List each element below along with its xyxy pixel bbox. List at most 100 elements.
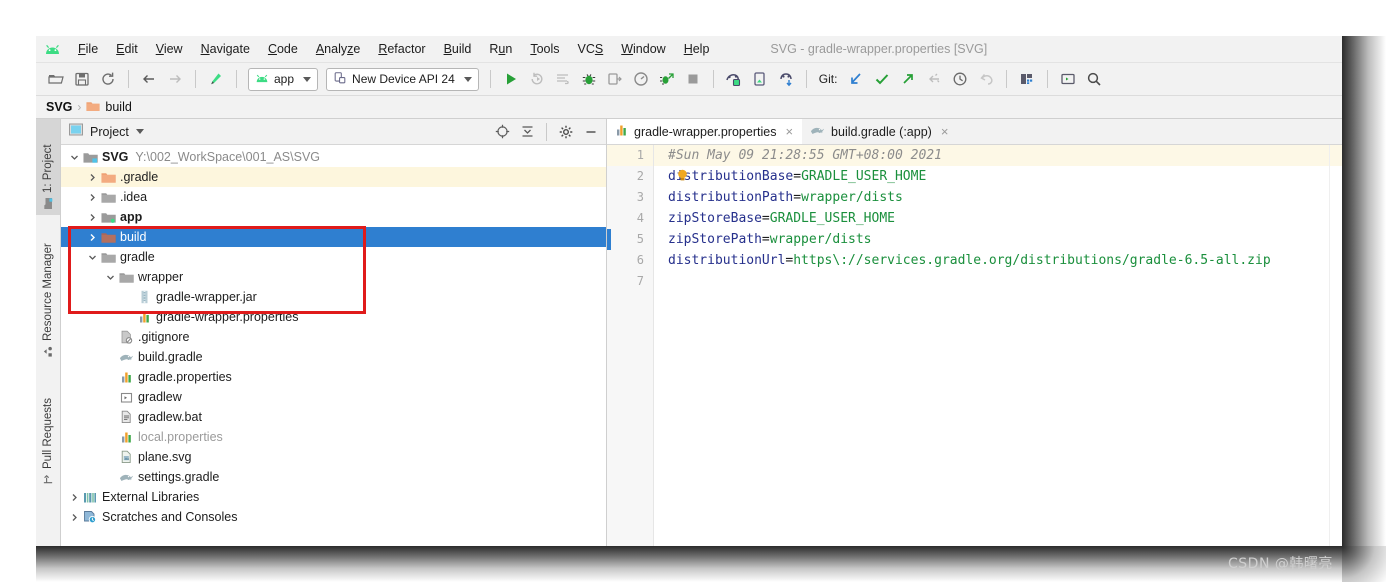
tab-build-gradle-app[interactable]: build.gradle (:app) × — [802, 119, 957, 144]
device-selector[interactable]: New Device API 24 — [326, 67, 479, 91]
tree-row-dot-gradle[interactable]: .gradle — [61, 167, 606, 187]
tree-row-svg[interactable]: SVG Y:\002_WorkSpace\001_AS\SVG — [61, 147, 606, 167]
git-history-icon[interactable] — [948, 67, 972, 91]
sidebar-item-resource-manager[interactable]: Resource Manager — [36, 211, 60, 363]
tab-gradle-wrapper-properties[interactable]: gradle-wrapper.properties × — [607, 119, 803, 144]
navigate-forward-icon[interactable] — [163, 67, 187, 91]
tree-row-app[interactable]: app — [61, 207, 606, 227]
tree-row-wrapper[interactable]: wrapper — [61, 267, 606, 287]
sidebar-item-project[interactable]: 1: Project — [36, 119, 60, 215]
tree-row-gradle-wrapper-properties[interactable]: gradle-wrapper.properties — [61, 307, 606, 327]
stop-icon[interactable] — [681, 67, 705, 91]
chevron-right-icon-app[interactable] — [85, 207, 99, 227]
tree-row-external-libraries[interactable]: External Libraries — [61, 487, 606, 507]
hide-panel-icon[interactable] — [582, 123, 600, 141]
breadcrumb-folder-item[interactable]: build — [86, 100, 132, 115]
menu-analyze[interactable]: Analyze — [307, 40, 369, 58]
chevron-down-icon-wrapper[interactable] — [103, 267, 117, 287]
tree-label-plane-svg: plane.svg — [138, 450, 192, 464]
tree-row-plane-svg[interactable]: plane.svg — [61, 447, 606, 467]
tree-row-build-gradle[interactable]: build.gradle — [61, 347, 606, 367]
device-file-explorer-icon[interactable] — [774, 67, 798, 91]
avd-manager-icon[interactable] — [722, 67, 746, 91]
terminal-icon[interactable] — [1056, 67, 1080, 91]
collapse-all-icon[interactable] — [518, 123, 536, 141]
close-icon-tab-0[interactable]: × — [785, 125, 793, 138]
save-all-icon[interactable] — [70, 67, 94, 91]
menu-refactor[interactable]: Refactor — [369, 40, 434, 58]
tree-indent-plane-svg — [103, 447, 117, 467]
profiler-icon[interactable] — [629, 67, 653, 91]
menu-window[interactable]: Window — [612, 40, 674, 58]
tree-row-gradlew-bat[interactable]: gradlew.bat — [61, 407, 606, 427]
tree-row-settings-gradle[interactable]: settings.gradle — [61, 467, 606, 487]
menu-refactor-rest: efactor — [387, 42, 426, 56]
gradle-file-icon-settings — [117, 467, 135, 487]
menu-build[interactable]: Build — [435, 40, 481, 58]
module-selector[interactable]: app — [248, 67, 319, 91]
menu-run[interactable]: Run — [480, 40, 521, 58]
run-icon[interactable] — [499, 67, 523, 91]
git-commit-icon[interactable] — [870, 67, 894, 91]
git-rollback-icon[interactable] — [974, 67, 998, 91]
navigate-back-icon[interactable] — [137, 67, 161, 91]
git-push-icon[interactable] — [896, 67, 920, 91]
project-icon — [43, 197, 54, 210]
select-opened-file-icon[interactable] — [493, 123, 511, 141]
tree-indent-build-gradle — [103, 347, 117, 367]
menu-edit[interactable]: Edit — [107, 40, 147, 58]
attach-debugger-icon[interactable] — [603, 67, 627, 91]
code-line-3-equals: = — [793, 190, 802, 205]
sidebar-item-pull-requests[interactable]: Pull Requests — [36, 359, 60, 491]
tree-row-gradle-properties[interactable]: gradle.properties — [61, 367, 606, 387]
logcat-icon[interactable] — [551, 67, 575, 91]
breadcrumb-project[interactable]: SVG — [46, 100, 72, 114]
gear-icon[interactable] — [557, 123, 575, 141]
tree-row-gradle-wrapper-jar[interactable]: gradle-wrapper.jar — [61, 287, 606, 307]
chevron-down-icon-project[interactable] — [135, 129, 144, 134]
sdk-manager-icon[interactable] — [748, 67, 772, 91]
tree-row-dot-idea[interactable]: .idea — [61, 187, 606, 207]
project-tree[interactable]: SVG Y:\002_WorkSpace\001_AS\SVG .gradle — [61, 145, 606, 546]
code-line-2-value: GRADLE_USER_HOME — [801, 169, 927, 184]
menu-code[interactable]: Code — [259, 40, 307, 58]
menu-edit-rest: dit — [124, 42, 138, 56]
apply-changes-icon[interactable] — [525, 67, 549, 91]
chevron-down-icon-svg[interactable] — [67, 147, 81, 167]
menu-tools[interactable]: Tools — [521, 40, 568, 58]
close-icon-tab-1[interactable]: × — [941, 125, 949, 138]
editor-marker-strip[interactable] — [1329, 145, 1342, 546]
intention-bulb-icon[interactable] — [677, 169, 688, 182]
menu-vcs[interactable]: VCS — [569, 40, 613, 58]
open-folder-icon[interactable] — [44, 67, 68, 91]
chevron-right-icon-scratches[interactable] — [67, 507, 81, 527]
git-update-project-icon[interactable] — [844, 67, 868, 91]
code-editor[interactable]: 1 2 3 4 5 6 7 #Sun May 09 21:28:55 GMT+0… — [607, 145, 1342, 546]
debug-icon[interactable] — [577, 67, 601, 91]
sync-project-icon[interactable] — [96, 67, 120, 91]
layout-inspector-icon[interactable] — [1015, 67, 1039, 91]
run-with-coverage-icon[interactable] — [655, 67, 679, 91]
menu-file[interactable]: File — [69, 40, 107, 58]
line-number-1: 1 — [607, 145, 653, 166]
make-project-icon[interactable] — [204, 67, 228, 91]
tree-row-local-properties[interactable]: local.properties — [61, 427, 606, 447]
chevron-down-icon-gradle[interactable] — [85, 247, 99, 267]
tree-indent-jar — [121, 287, 135, 307]
tree-row-gradlew[interactable]: gradlew — [61, 387, 606, 407]
menu-help[interactable]: Help — [675, 40, 719, 58]
tree-row-scratches-and-consoles[interactable]: Scratches and Consoles — [61, 507, 606, 527]
chevron-right-icon-dot-idea[interactable] — [85, 187, 99, 207]
git-revert-icon[interactable] — [922, 67, 946, 91]
tree-row-gradle[interactable]: gradle — [61, 247, 606, 267]
tree-row-gitignore[interactable]: .gitignore — [61, 327, 606, 347]
chevron-right-icon-dot-gradle[interactable] — [85, 167, 99, 187]
search-everywhere-icon[interactable] — [1082, 67, 1106, 91]
main-toolbar: app New Device API 24 Git: — [36, 63, 1342, 96]
menu-view[interactable]: View — [147, 40, 192, 58]
chevron-right-icon-build[interactable] — [85, 227, 99, 247]
menu-navigate[interactable]: Navigate — [192, 40, 259, 58]
chevron-right-icon-external-libraries[interactable] — [67, 487, 81, 507]
tree-row-build[interactable]: build — [61, 227, 606, 247]
code-lines[interactable]: #Sun May 09 21:28:55 GMT+08:00 2021 dist… — [654, 145, 1329, 546]
